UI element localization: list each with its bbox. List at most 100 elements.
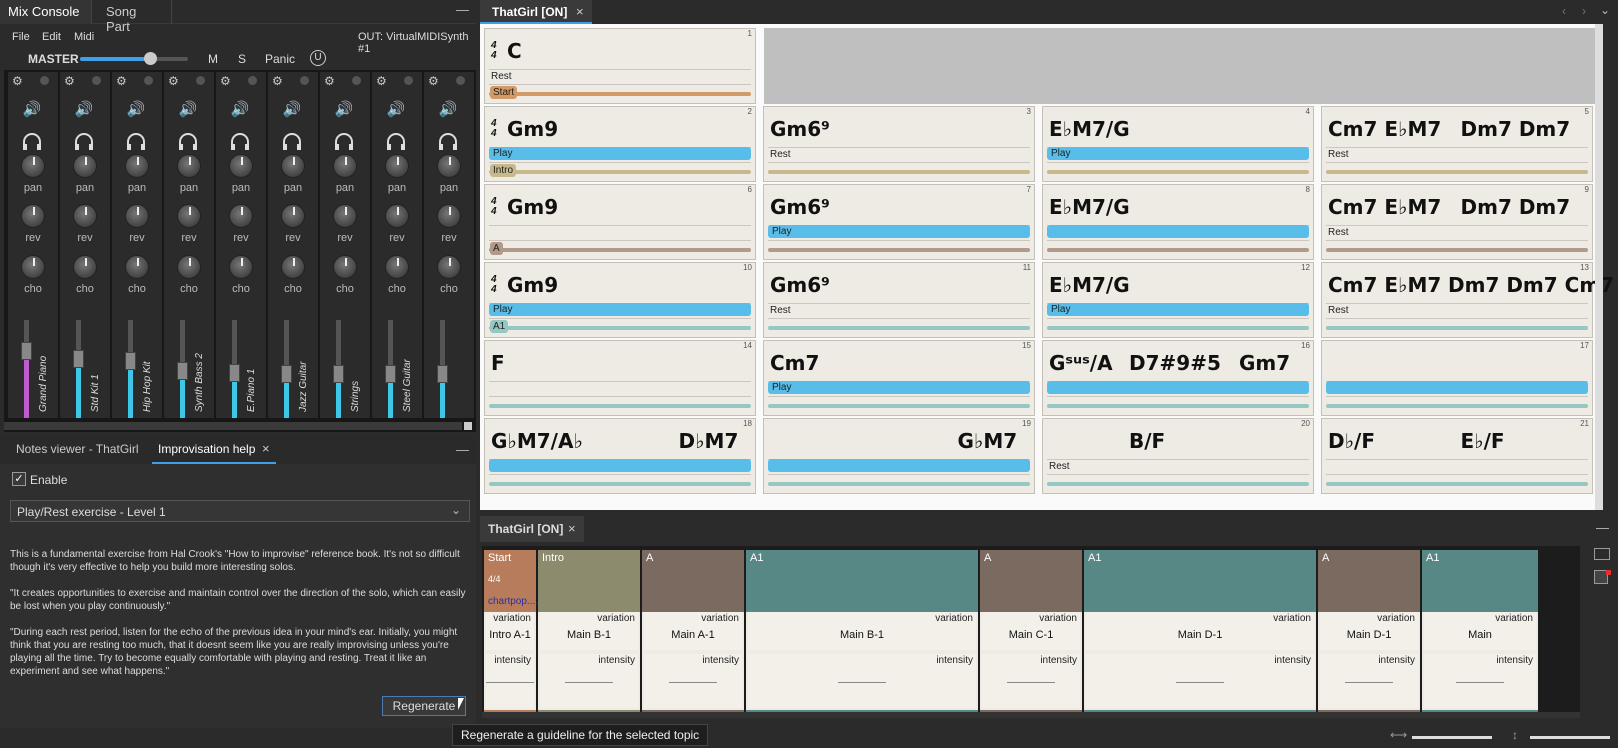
instrument-name[interactable]: E.Piano 1 <box>246 330 260 412</box>
variation-box[interactable]: variation Intro A-1 <box>486 612 534 650</box>
bar-cell[interactable]: 21 D♭/F E♭/F <box>1321 418 1593 494</box>
speaker-icon[interactable]: 🔊 <box>230 100 250 118</box>
chord-symbol[interactable]: Gˢᵘˢ/A <box>1049 351 1113 375</box>
chord-symbol[interactable]: B/F <box>1129 429 1165 453</box>
rev-knob[interactable] <box>437 204 461 228</box>
chord-symbol[interactable]: Dm7 Dm7 Cm7 <box>1448 273 1614 297</box>
speaker-icon[interactable]: 🔊 <box>386 100 406 118</box>
bar-cell[interactable]: 13 Cm7 E♭M7 Dm7 Dm7 Cm7 Rest <box>1321 262 1614 338</box>
rev-knob[interactable] <box>21 204 45 228</box>
chord-symbol[interactable]: Cm7 E♭M7 <box>1328 273 1441 297</box>
pan-knob[interactable] <box>229 154 253 178</box>
song-part[interactable]: A1 variation Main B-1 intensity <box>746 550 978 714</box>
variation-box[interactable]: variation Main <box>1424 612 1536 650</box>
song-part[interactable]: Avariation Main D-1 intensity <box>1318 550 1420 714</box>
instrument-name[interactable] <box>454 330 468 412</box>
bar-cell[interactable]: 5 Cm7 E♭M7 Dm7 Dm7 Rest <box>1321 106 1593 182</box>
chord-symbol[interactable]: E♭/F <box>1461 429 1505 453</box>
play-bar[interactable] <box>1047 381 1309 394</box>
cho-knob[interactable] <box>333 255 357 279</box>
cho-knob[interactable] <box>229 255 253 279</box>
horizontal-zoom-slider[interactable] <box>1412 736 1492 739</box>
user-channel-icon[interactable]: U <box>310 50 326 66</box>
bar-cell[interactable]: 3 Gm6⁹ Rest <box>763 106 1035 182</box>
variation-box[interactable]: variation Main B-1 <box>540 612 638 650</box>
volume-fader-handle[interactable] <box>281 364 292 383</box>
speaker-icon[interactable]: 🔊 <box>178 100 198 118</box>
pan-knob[interactable] <box>125 154 149 178</box>
tab-mix-console[interactable]: Mix Console <box>0 0 92 24</box>
cho-knob[interactable] <box>21 255 45 279</box>
rev-knob[interactable] <box>385 204 409 228</box>
master-volume-handle[interactable] <box>144 52 158 65</box>
volume-fader[interactable] <box>73 320 84 418</box>
variation-box[interactable]: variation Main D-1 <box>1086 612 1314 650</box>
exercise-select[interactable]: Play/Rest exercise - Level 1 ⌄ <box>10 500 470 522</box>
tab-improvisation-help[interactable]: Improvisation help × <box>152 436 276 464</box>
song-part[interactable]: Avariation Main A-1 intensity <box>642 550 744 714</box>
vertical-zoom-slider[interactable] <box>1530 736 1610 739</box>
headphones-icon[interactable] <box>385 132 407 152</box>
gear-icon[interactable]: ⚙ <box>324 74 335 88</box>
grid-scrollbar[interactable] <box>1595 24 1603 510</box>
play-bar[interactable]: Play <box>489 147 751 160</box>
chord-symbol[interactable]: Dm7 Dm7 <box>1461 117 1571 141</box>
song-part[interactable]: Avariation Main C-1 intensity <box>980 550 1082 714</box>
minimize-icon[interactable]: — <box>456 442 469 457</box>
gear-icon[interactable]: ⚙ <box>272 74 283 88</box>
song-part-header[interactable]: A1 <box>1084 550 1316 612</box>
bar-cell[interactable]: 9 Cm7 E♭M7 Dm7 Dm7 Rest <box>1321 184 1593 260</box>
intensity-box[interactable]: intensity <box>540 654 638 708</box>
pan-knob[interactable] <box>73 154 97 178</box>
pan-knob[interactable] <box>385 154 409 178</box>
volume-fader[interactable] <box>21 320 32 418</box>
cho-knob[interactable] <box>437 255 461 279</box>
intensity-box[interactable]: intensity <box>644 654 742 708</box>
bar-cell[interactable]: 20 B/F Rest <box>1042 418 1314 494</box>
gear-icon[interactable]: ⚙ <box>220 74 231 88</box>
speaker-icon[interactable]: 🔊 <box>126 100 146 118</box>
song-part[interactable]: A1 variation Main intensity <box>1422 550 1538 714</box>
instrument-name[interactable]: Steel Guitar <box>402 330 416 412</box>
bar-cell[interactable]: 14 F <box>484 340 756 416</box>
panic-button[interactable]: Panic <box>265 52 295 66</box>
bar-cell[interactable]: 10 4 4 Gm9 Play A1 <box>484 262 756 338</box>
volume-fader[interactable] <box>177 320 188 418</box>
bar-cell[interactable]: 18 G♭M7/A♭ D♭M7 <box>484 418 756 494</box>
volume-fader[interactable] <box>385 320 396 418</box>
pan-knob[interactable] <box>333 154 357 178</box>
gear-icon[interactable]: ⚙ <box>12 74 23 88</box>
variation-box[interactable]: variation Main A-1 <box>644 612 742 650</box>
gear-icon[interactable]: ⚙ <box>168 74 179 88</box>
song-part[interactable]: Start 4/4 chartpop..... variation Intro A-1 i… <box>484 550 541 714</box>
headphones-icon[interactable] <box>21 132 43 152</box>
tab-song-part[interactable]: Song Part <box>98 0 172 34</box>
song-part-header[interactable]: Intro <box>538 550 640 612</box>
close-icon[interactable]: × <box>568 521 576 536</box>
speaker-icon[interactable]: 🔊 <box>438 100 458 118</box>
bar-cell[interactable]: 7 Gm6⁹ Play <box>763 184 1035 260</box>
volume-fader-handle[interactable] <box>229 363 240 382</box>
song-part-header[interactable]: A <box>1318 550 1420 612</box>
rev-knob[interactable] <box>73 204 97 228</box>
rev-knob[interactable] <box>281 204 305 228</box>
chord-symbol[interactable]: F <box>491 351 505 375</box>
volume-fader[interactable] <box>333 320 344 418</box>
chevron-down-icon[interactable]: ⌄ <box>1600 3 1610 17</box>
instrument-name[interactable]: Hip Hop Kit <box>142 330 156 412</box>
volume-fader-handle[interactable] <box>385 364 396 383</box>
instrument-name[interactable]: Std Kit 1 <box>90 330 104 412</box>
speaker-icon[interactable]: 🔊 <box>22 100 42 118</box>
chord-symbol[interactable]: G♭M7/A♭ <box>491 429 583 453</box>
play-bar[interactable] <box>768 459 1030 472</box>
minimize-icon[interactable]: — <box>456 2 469 17</box>
bar-cell[interactable]: 19 G♭M7 <box>763 418 1035 494</box>
speaker-icon[interactable]: 🔊 <box>74 100 94 118</box>
chord-symbol[interactable]: D♭M7 <box>679 429 739 453</box>
pan-knob[interactable] <box>177 154 201 178</box>
section-tag[interactable]: A1 <box>490 320 509 333</box>
chord-symbol[interactable]: E♭M7/G <box>1049 195 1130 219</box>
bar-cell[interactable]: 12 E♭M7/G Play <box>1042 262 1314 338</box>
song-part-header[interactable]: Start 4/4 chartpop..... <box>484 550 541 612</box>
song-part[interactable]: A1 variation Main D-1 intensity <box>1084 550 1316 714</box>
